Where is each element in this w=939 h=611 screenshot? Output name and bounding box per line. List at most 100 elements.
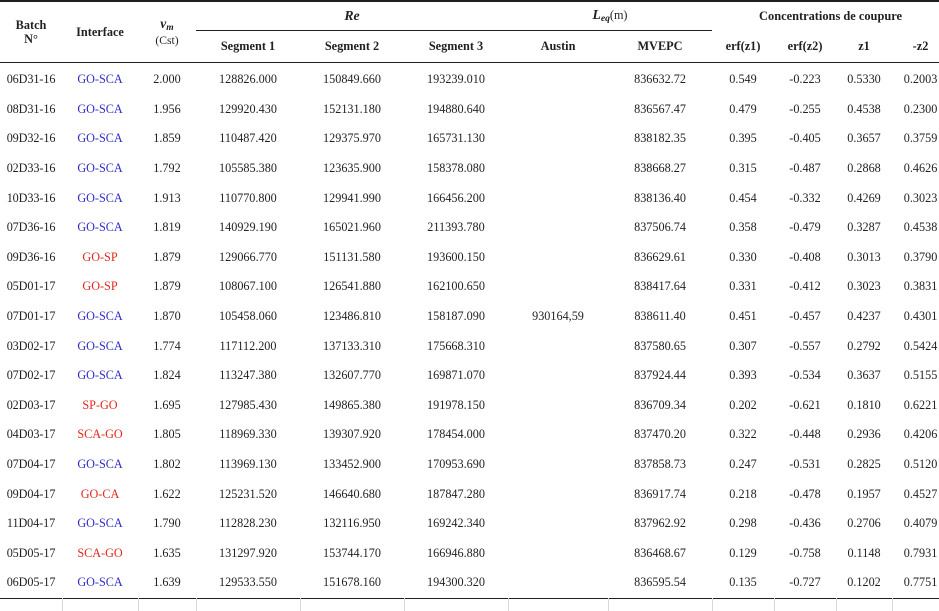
header-erf-z1: erf(z1) <box>725 39 761 53</box>
cell-segment-2: 149865.380 <box>323 397 381 412</box>
cell-segment-2: 137133.310 <box>323 338 381 353</box>
cell-segment-1: 105458.060 <box>219 309 277 324</box>
cell-neg-z2: 0.7931 <box>903 545 938 560</box>
cell-segment-1: 127985.430 <box>219 397 277 412</box>
header-batch-line1: Batch <box>15 17 47 32</box>
cell-vm: 1.870 <box>153 309 181 324</box>
cell-z1: 0.1148 <box>847 545 881 560</box>
cell-erf-z2: -0.479 <box>789 220 821 235</box>
cell-interface: GO-SCA <box>77 161 123 176</box>
cell-batch: 08D31-16 <box>6 101 56 116</box>
header-neg-z2: -z2 <box>912 39 929 53</box>
cell-segment-2: 123486.810 <box>323 309 381 324</box>
cell-vm: 1.802 <box>153 457 181 472</box>
cell-mvepc: 838611.40 <box>634 309 686 324</box>
header-z1: z1 <box>858 39 870 53</box>
cell-z1: 0.2868 <box>847 161 881 176</box>
cell-erf-z2: -0.436 <box>789 516 821 531</box>
cell-z1: 0.2825 <box>847 457 881 472</box>
cell-interface: SP-GO <box>82 397 118 412</box>
cell-vm: 1.695 <box>153 397 181 412</box>
cell-austin <box>508 63 608 95</box>
cell-segment-1: 131297.920 <box>219 545 277 560</box>
cell-segment-2: 165021.960 <box>323 220 381 235</box>
cell-neg-z2: 0.4301 <box>903 309 938 324</box>
table-sheet: Batch N° Interface vm (Cst) Re Leq(m) Co… <box>0 0 939 611</box>
cell-interface: GO-SCA <box>77 190 123 205</box>
table-row: 06D05-17 GO-SCA 1.639 129533.550 151678.160 1… <box>0 568 939 598</box>
cell-austin <box>508 124 608 154</box>
cell-interface: GO-CA <box>80 486 120 501</box>
cell-segment-3: 169242.340 <box>427 516 485 531</box>
cell-segment-1: 110487.420 <box>219 131 277 146</box>
cell-erf-z2: -0.412 <box>789 279 821 294</box>
cell-vm: 1.639 <box>153 575 181 590</box>
cell-erf-z1: 0.395 <box>729 131 757 146</box>
cell-mvepc: 838417.64 <box>634 279 686 294</box>
cell-segment-2: 132116.950 <box>323 516 381 531</box>
cell-segment-3: 158187.090 <box>427 309 485 324</box>
cell-segment-1: 113969.130 <box>219 457 277 472</box>
cell-neg-z2: 0.4527 <box>903 486 938 501</box>
cell-mvepc: 836917.74 <box>634 486 686 501</box>
cell-mvepc: 836632.72 <box>634 72 686 87</box>
table-row: 02D33-16 GO-SCA 1.792 105585.380 123635.900 1… <box>0 154 939 184</box>
header-segment-1: Segment 1 <box>220 39 276 54</box>
cell-segment-2: 132607.770 <box>323 368 381 383</box>
cell-batch: 11D04-17 <box>6 516 56 531</box>
cell-interface: GO-SCA <box>77 516 123 531</box>
cell-erf-z1: 0.331 <box>729 279 757 294</box>
header-group-leq: Leq(m) <box>508 1 713 31</box>
cell-austin <box>508 568 608 598</box>
cell-erf-z2: -0.534 <box>789 368 821 383</box>
cell-austin <box>508 272 608 302</box>
cell-segment-2: 139307.920 <box>323 427 381 442</box>
cell-austin <box>508 183 608 213</box>
cell-erf-z1: 0.129 <box>729 545 757 560</box>
cell-erf-z2: -0.448 <box>789 427 821 442</box>
cell-segment-2: 150849.660 <box>323 72 381 87</box>
cell-segment-3: 175668.310 <box>427 338 485 353</box>
cell-batch: 10D33-16 <box>6 190 56 205</box>
cell-batch: 06D05-17 <box>6 575 56 590</box>
cell-vm: 1.824 <box>153 368 181 383</box>
cell-austin <box>508 154 608 184</box>
table-row: 05D01-17 GO-SP 1.879 108067.100 126541.880 16… <box>0 272 939 302</box>
cell-batch: 09D36-16 <box>6 249 56 264</box>
header-mvepc: MVEPC <box>637 39 683 54</box>
header-segment-2: Segment 2 <box>324 39 380 54</box>
cell-segment-3: 211393.780 <box>427 220 485 235</box>
cell-segment-2: 133452.900 <box>323 457 381 472</box>
cell-vm: 1.956 <box>153 101 181 116</box>
header-vm: vm (Cst) <box>138 0 196 63</box>
cell-z1: 0.3637 <box>847 368 881 383</box>
cell-neg-z2: 0.3759 <box>903 131 938 146</box>
cell-neg-z2: 0.3790 <box>903 249 938 264</box>
cell-interface: SCA-GO <box>77 427 123 442</box>
cell-vm: 1.774 <box>153 338 181 353</box>
cell-batch: 02D33-16 <box>6 161 56 176</box>
cell-austin <box>508 539 608 569</box>
cell-neg-z2: 0.5120 <box>903 457 938 472</box>
cell-z1: 0.3657 <box>847 131 881 146</box>
cell-batch: 05D01-17 <box>6 279 56 294</box>
cell-segment-2: 129941.990 <box>323 190 381 205</box>
cell-segment-3: 166456.200 <box>427 190 485 205</box>
cell-erf-z1: 0.451 <box>729 309 757 324</box>
cell-interface: GO-SP <box>82 279 118 294</box>
cell-z1: 0.2792 <box>847 338 881 353</box>
header-group-concentrations: Concentrations de coupure <box>759 8 902 23</box>
cell-batch: 09D32-16 <box>6 131 56 146</box>
cell-segment-1: 105585.380 <box>219 161 277 176</box>
cell-neg-z2: 0.4538 <box>903 220 938 235</box>
cell-mvepc: 837924.44 <box>634 368 686 383</box>
cell-mvepc: 837580.65 <box>634 338 686 353</box>
cell-segment-1: 129066.770 <box>219 249 277 264</box>
cell-z1: 0.3023 <box>847 279 881 294</box>
cell-neg-z2: 0.7751 <box>903 575 938 590</box>
cell-segment-2: 151131.580 <box>323 249 381 264</box>
cell-neg-z2: 0.5424 <box>903 338 938 353</box>
cell-erf-z2: -0.223 <box>789 72 821 87</box>
table-row: 11D04-17 GO-SCA 1.790 112828.230 132116.950 1… <box>0 509 939 539</box>
header-austin: Austin <box>540 39 576 54</box>
